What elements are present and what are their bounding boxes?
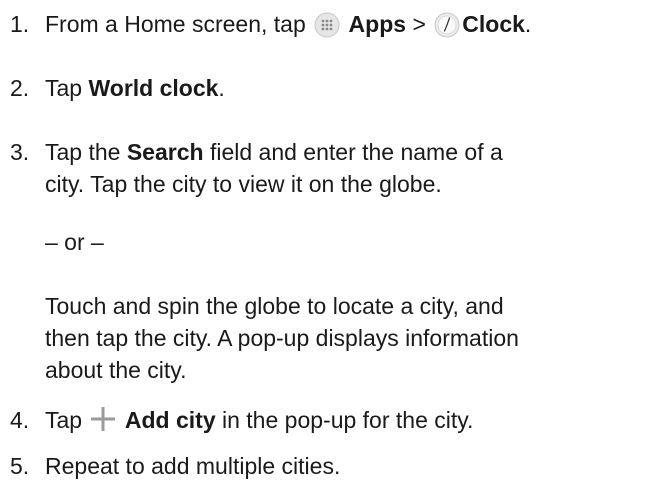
alt-text-line: Touch and spin the globe to locate a cit… — [45, 293, 504, 319]
step-text-part: Tap — [45, 407, 83, 433]
or-separator: – or – — [45, 229, 104, 255]
step-2: 2. Tap World clock. — [10, 72, 650, 104]
step-text-part: From a Home screen, tap — [45, 11, 306, 37]
alt-text-line: then tap the city. A pop-up displays inf… — [45, 325, 519, 351]
clock-icon — [434, 12, 460, 38]
apps-grid-icon — [314, 12, 340, 38]
instruction-document: 1. From a Home screen, tap Apps > Clock.… — [0, 0, 652, 485]
period: . — [524, 11, 532, 37]
step-number: 2. — [10, 75, 30, 101]
step-text-part: Tap — [45, 75, 83, 101]
step-text-line2: city. Tap the city to view it on the glo… — [45, 171, 442, 197]
step-text-part: field and enter the name of a — [209, 139, 503, 165]
step-number: 1. — [10, 11, 30, 37]
step-text-part: in the pop-up for the city. — [222, 407, 474, 433]
search-label: Search — [126, 139, 204, 165]
step-text: Tap World clock. — [45, 72, 652, 104]
step-number: 3. — [10, 139, 30, 165]
step-text: From a Home screen, tap Apps > Clock. — [45, 8, 652, 40]
step-3: 3. Tap the Search field and enter the na… — [10, 136, 650, 200]
step-number: 5. — [10, 453, 30, 479]
step-4: 4. Tap Add city in the pop-up for the ci… — [10, 404, 650, 436]
clock-label: Clock — [462, 11, 525, 37]
step-text-part: Tap the — [45, 139, 121, 165]
alt-text-line: about the city. — [45, 357, 187, 383]
apps-label: Apps — [348, 11, 407, 37]
separator: > — [412, 11, 426, 37]
step-text: Tap Add city in the pop-up for the city. — [45, 404, 652, 436]
period: . — [218, 75, 225, 101]
add-city-label: Add city — [124, 407, 216, 433]
step-1: 1. From a Home screen, tap Apps > Clock. — [10, 8, 650, 40]
plus-icon — [90, 406, 116, 432]
world-clock-label: World clock — [88, 75, 219, 101]
step-5: 5. Repeat to add multiple cities. — [10, 450, 650, 482]
step-text: Tap the Search field and enter the name … — [45, 136, 652, 168]
step-number: 4. — [10, 407, 30, 433]
step-text: Repeat to add multiple cities. — [45, 453, 341, 479]
